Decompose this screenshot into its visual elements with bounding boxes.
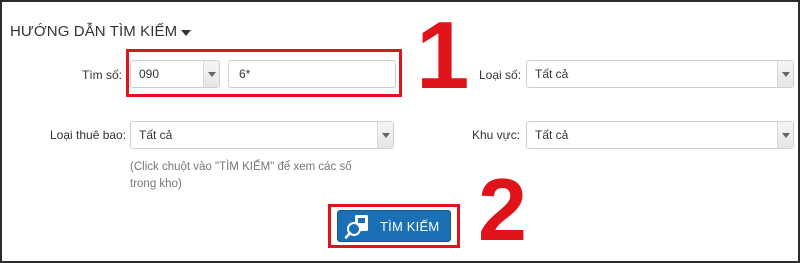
subscription-type-select[interactable]: Tất cả [130,121,394,149]
number-type-label: Loại số: [479,68,522,82]
step1-number: 1 [416,2,470,109]
chevron-down-icon [777,61,793,87]
chevron-down-icon [377,122,393,148]
chevron-down-icon [777,122,793,148]
subscription-type-label: Loại thuê bao: [50,128,127,142]
step2-highlight-box [328,204,460,248]
search-guide-title: HƯỚNG DẪN TÌM KIẾM [10,23,178,40]
step1-highlight-box [126,49,402,97]
region-label: Khu vực: [472,128,521,142]
search-number-label: Tìm số: [82,68,123,82]
number-type-select[interactable]: Tất cả [526,60,794,88]
region-select[interactable]: Tất cả [526,121,794,149]
number-type-value: Tất cả [535,67,569,81]
search-hint-text: (Click chuột vào "TÌM KIẾM" để xem các s… [130,161,352,190]
caret-down-icon [181,29,192,36]
step2-number: 2 [478,160,527,259]
subscription-type-value: Tất cả [139,128,173,142]
region-value: Tất cả [535,128,569,142]
search-guide-header[interactable]: HƯỚNG DẪN TÌM KIẾM [10,23,192,40]
search-panel: HƯỚNG DẪN TÌM KIẾM Tìm số: 090 6* Loại s… [0,0,800,263]
